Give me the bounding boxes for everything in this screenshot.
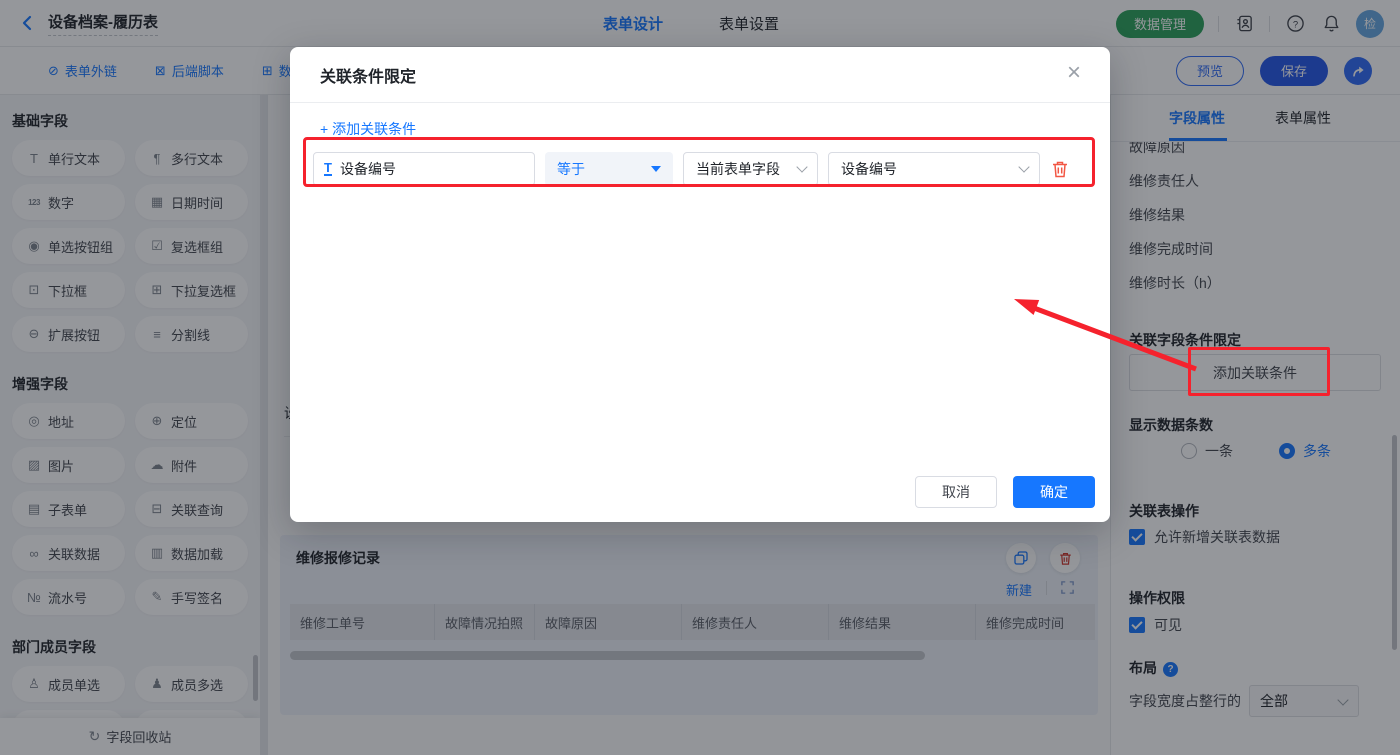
chevron-down-icon <box>796 161 807 172</box>
condition-limit-modal: 关联条件限定 × + 添加关联条件 T 设备编号 等于 当前表单字段 设备编号 <box>290 47 1110 522</box>
trash-icon <box>1050 159 1070 179</box>
modal-header: 关联条件限定 × <box>290 47 1110 103</box>
condition-row: T 设备编号 等于 当前表单字段 设备编号 <box>313 152 1080 186</box>
cancel-button[interactable]: 取消 <box>915 476 997 508</box>
close-icon[interactable]: × <box>1060 59 1088 87</box>
caret-down-icon <box>651 166 661 172</box>
value-source-select[interactable]: 当前表单字段 <box>683 152 818 186</box>
condition-field-input[interactable]: T 设备编号 <box>313 152 535 186</box>
add-condition-link[interactable]: + 添加关联条件 <box>320 119 416 139</box>
modal-footer: 取消 确定 <box>915 476 1095 508</box>
operator-select[interactable]: 等于 <box>545 152 673 186</box>
text-field-icon: T <box>324 162 332 176</box>
chevron-down-icon <box>1018 161 1029 172</box>
confirm-button[interactable]: 确定 <box>1013 476 1095 508</box>
modal-title: 关联条件限定 <box>320 63 416 87</box>
delete-condition-button[interactable] <box>1050 159 1070 179</box>
value-field-select[interactable]: 设备编号 <box>828 152 1040 186</box>
app-root: 设备档案-履历表 表单设计 表单设置 数据管理 ? 检 <box>0 0 1400 755</box>
